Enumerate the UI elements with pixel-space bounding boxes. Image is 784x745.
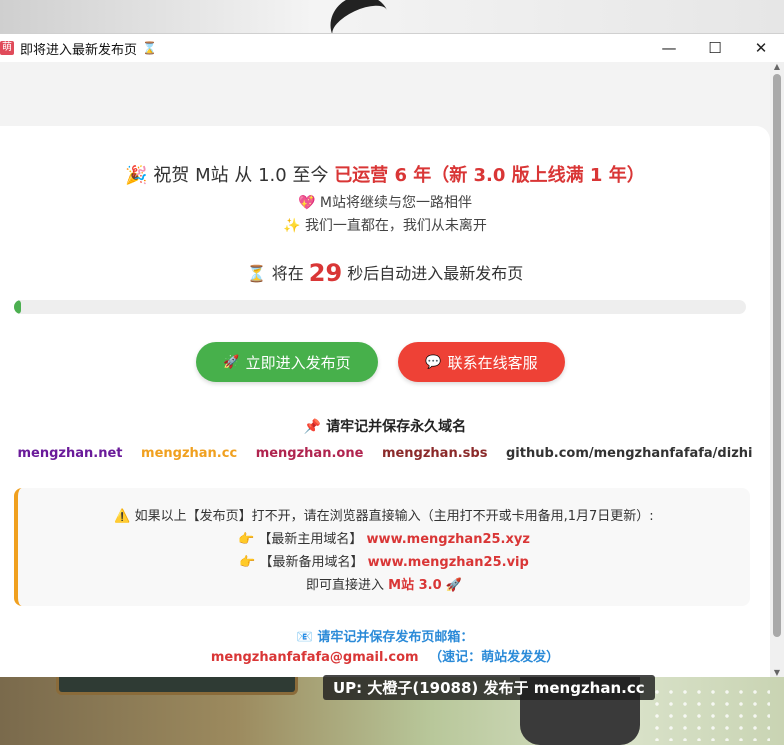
countdown-before: 将在 (271, 264, 304, 283)
backup-domain-label: 【最新备用域名】 (259, 555, 364, 570)
domain-link[interactable]: mengzhan.sbs (382, 446, 488, 461)
countdown-seconds: 29 (308, 259, 343, 287)
domain-list: mengzhan.net mengzhan.cc mengzhan.one me… (0, 446, 770, 461)
contact-button-label: 联系在线客服 (447, 353, 538, 372)
mail-note: （速记：萌站发发发） (429, 650, 560, 665)
enter-release-page-button[interactable]: 🚀 立即进入发布页 (196, 342, 378, 382)
background-frame (56, 676, 298, 695)
scroll-up-icon[interactable]: ▲ (772, 62, 782, 71)
progress-fill (14, 300, 22, 314)
contact-support-button[interactable]: 💬 联系在线客服 (398, 342, 565, 382)
notice-backup-domain: 👉 【最新备用域名】 www.mengzhan25.vip (18, 551, 750, 570)
mail-address[interactable]: mengzhanfafafa@gmail.com (211, 650, 419, 665)
subline-1-text: M站将继续与您一路相伴 (319, 195, 472, 211)
notice-main-domain: 👉 【最新主用域名】 www.mengzhan25.xyz (18, 528, 750, 547)
subline-1: 💖 M站将继续与您一路相伴 (0, 192, 770, 212)
mail-line: mengzhanfafafa@gmail.com （速记：萌站发发发） (0, 646, 770, 665)
main-domain-label: 【最新主用域名】 (258, 532, 363, 547)
scroll-down-icon[interactable]: ▼ (772, 668, 782, 677)
progress-bar (14, 300, 746, 314)
rocket-icon: 🚀 (223, 354, 240, 370)
pointing-hand-icon: 👉 (238, 532, 255, 547)
minimize-button[interactable]: — (646, 34, 692, 62)
headline-highlight: 已运营 6 年（新 3.0 版上线满 1 年） (334, 165, 645, 186)
headline-prefix: 祝贺 M站 从 1.0 至今 (153, 165, 329, 186)
notice-last-line: 即可直接进入 M站 3.0 🚀 (18, 574, 750, 593)
maximize-button[interactable]: ☐ (692, 34, 738, 62)
enter-button-label: 立即进入发布页 (245, 353, 351, 372)
pushpin-icon: 📌 (303, 419, 322, 435)
background-flowers (650, 686, 770, 741)
countdown: ⏳ 将在 29 秒后自动进入最新发布页 (0, 259, 770, 287)
subline-2-text: 我们一直都在，我们从未离开 (304, 218, 487, 234)
pointing-hand-icon: 👉 (239, 555, 256, 570)
rocket-icon: 🚀 (445, 578, 462, 593)
headline: 🎉 祝贺 M站 从 1.0 至今 已运营 6 年（新 3.0 版上线满 1 年） (0, 161, 770, 187)
scroll-thumb[interactable] (773, 74, 781, 637)
hourglass-icon: ⏳ (246, 264, 267, 283)
domain-link[interactable]: mengzhan.one (256, 446, 364, 461)
background-top (0, 0, 784, 61)
warning-icon: ⚠️ (114, 509, 131, 524)
countdown-after: 秒后自动进入最新发布页 (347, 264, 524, 283)
app-icon: 萌 (0, 41, 14, 55)
domain-link[interactable]: github.com/mengzhanfafafa/dizhi (506, 446, 753, 461)
notice-line-1-text: 如果以上【发布页】打不开，请在浏览器直接输入（主用打不开或卡用备用,1月7日更新… (134, 509, 654, 524)
party-icon: 🎉 (125, 165, 148, 186)
domain-link[interactable]: mengzhan.cc (141, 446, 237, 461)
subline-2: ✨ 我们一直都在，我们从未离开 (0, 215, 770, 235)
sparkles-icon: ✨ (283, 218, 301, 234)
mail-title: 📧 请牢记并保存发布页邮箱： (0, 626, 770, 645)
backup-domain-link[interactable]: www.mengzhan25.vip (368, 555, 529, 570)
popup-window: 萌 即将进入最新发布页 ⌛ — ☐ ✕ ▲ ▼ 🎉 祝贺 M站 从 1.0 至今… (0, 33, 784, 677)
notice-line-1: ⚠️ 如果以上【发布页】打不开，请在浏览器直接输入（主用打不开或卡用备用,1月7… (18, 505, 750, 524)
hourglass-icon: ⌛ (142, 41, 157, 55)
main-domain-link[interactable]: www.mengzhan25.xyz (367, 532, 530, 547)
content-card: 🎉 祝贺 M站 从 1.0 至今 已运营 6 年（新 3.0 版上线满 1 年）… (0, 126, 770, 677)
notice-last-prefix: 即可直接进入 (306, 578, 385, 593)
notice-last-highlight: M站 3.0 (388, 578, 442, 593)
mail-title-text: 请牢记并保存发布页邮箱： (317, 630, 474, 645)
domains-title-text: 请牢记并保存永久域名 (326, 419, 467, 435)
notice-box: ⚠️ 如果以上【发布页】打不开，请在浏览器直接输入（主用打不开或卡用备用,1月7… (14, 488, 750, 606)
domains-title: 📌 请牢记并保存永久域名 (0, 416, 770, 436)
envelope-icon: 📧 (296, 630, 313, 645)
chat-bubble-icon: 💬 (425, 354, 442, 370)
window-title: 即将进入最新发布页 (20, 42, 138, 58)
image-caption: UP: 大橙子(19088) 发布于 mengzhan.cc (323, 675, 655, 700)
window-controls: — ☐ ✕ (646, 34, 784, 62)
close-button[interactable]: ✕ (738, 34, 784, 62)
domain-link[interactable]: mengzhan.net (18, 446, 123, 461)
vertical-scrollbar[interactable]: ▲ ▼ (770, 62, 784, 677)
heart-icon: 💖 (298, 195, 316, 211)
title-bar[interactable]: 萌 即将进入最新发布页 ⌛ — ☐ ✕ (0, 34, 784, 62)
